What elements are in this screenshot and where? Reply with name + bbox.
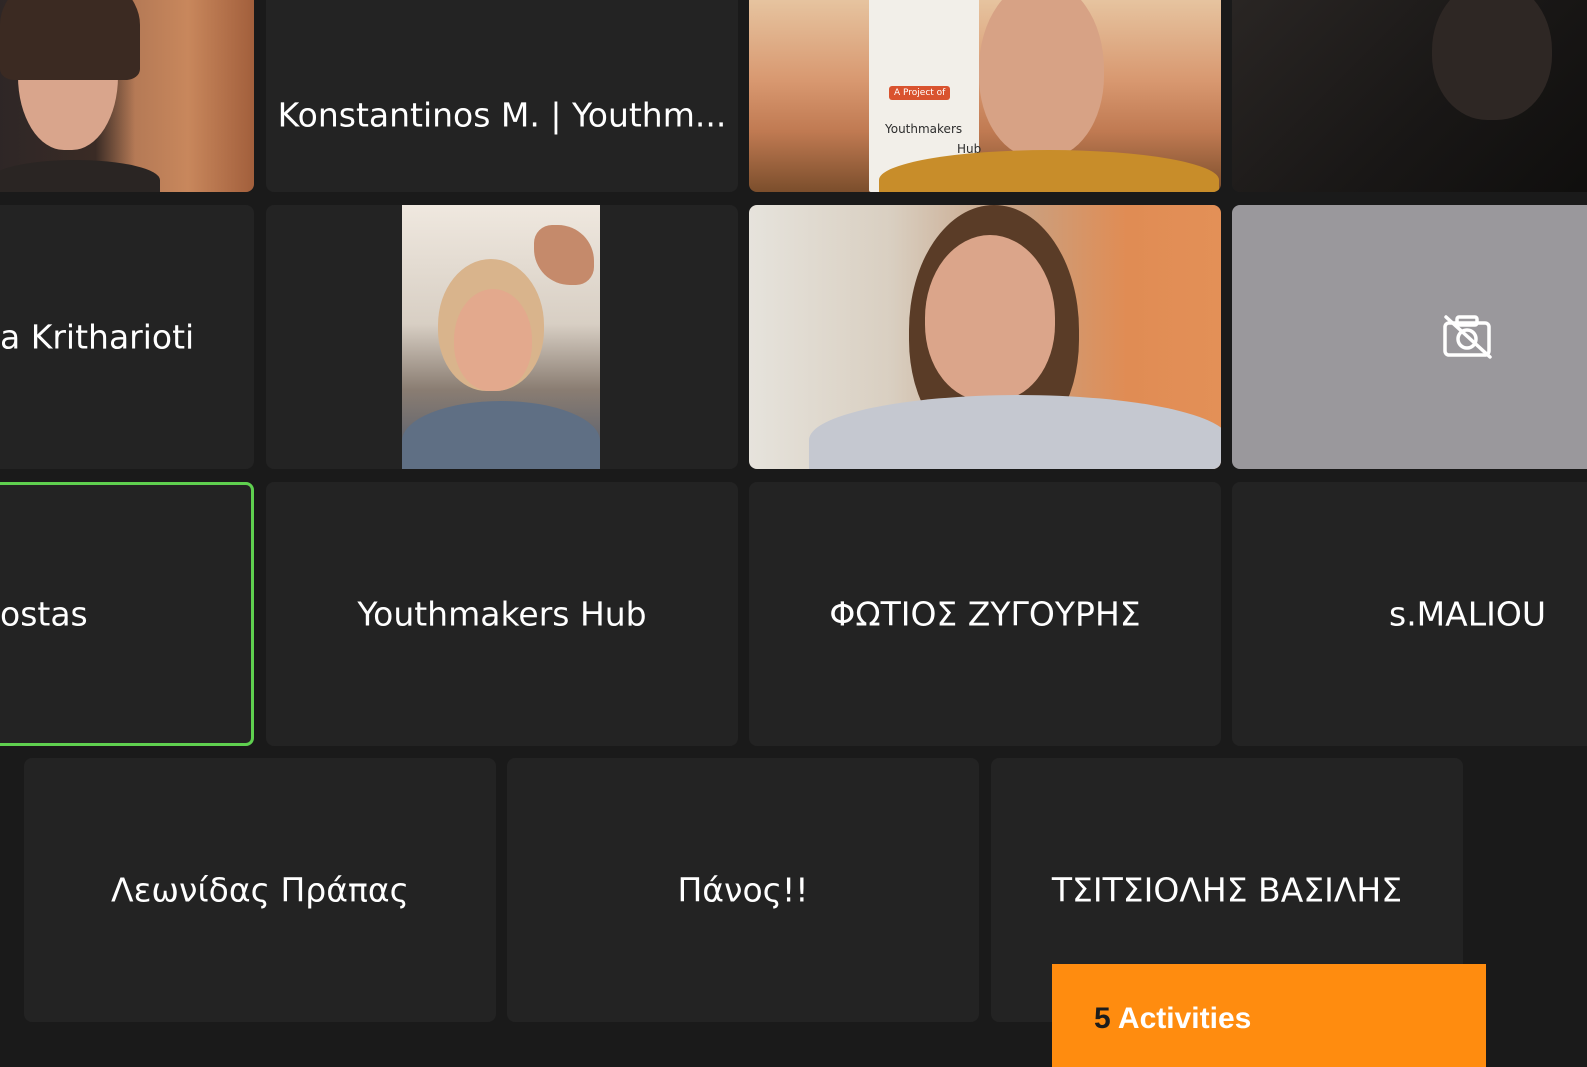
person-face — [1432, 0, 1552, 120]
participant-name: ΦΩΤΙΟΣ ΖΥΓΟΥΡΗΣ — [829, 594, 1141, 634]
participant-tile-p7[interactable] — [749, 205, 1221, 469]
participant-video — [749, 205, 1221, 469]
participant-tile-p2[interactable]: Konstantinos M. | Youthm... — [266, 0, 738, 192]
activities-word: Activities — [1117, 1002, 1252, 1035]
participant-tile-p4[interactable] — [1232, 0, 1587, 192]
participant-video: A Project of Youthmakers Hub — [749, 0, 1221, 192]
participant-tile-p8[interactable] — [1232, 205, 1587, 469]
person-shirt — [0, 160, 160, 192]
participant-name: a Kritharioti — [0, 317, 195, 357]
person-face — [454, 289, 532, 391]
participant-tile-p5[interactable]: a Kritharioti — [0, 205, 254, 469]
participant-name: Λεωνίδας Πράπας — [111, 870, 409, 910]
person-shirt — [809, 395, 1221, 469]
banner-text: Youthmakers — [885, 122, 963, 136]
participant-video — [402, 205, 600, 469]
activities-overlay: 5 Activities — [1052, 964, 1486, 1067]
person-face — [979, 0, 1104, 158]
wall-art — [534, 225, 594, 285]
participant-tile-p13[interactable]: Λεωνίδας Πράπας — [24, 758, 496, 1022]
participant-tile-p6[interactable] — [266, 205, 738, 469]
participant-name: ΤΣΙΤΣΙΟΛΗΣ ΒΑΣΙΛΗΣ — [1051, 870, 1403, 910]
meeting-gallery: Konstantinos M. | Youthm... A Project of… — [0, 0, 1587, 1067]
participant-tile-p3[interactable]: A Project of Youthmakers Hub — [749, 0, 1221, 192]
participant-video — [0, 0, 254, 192]
participant-tile-p11[interactable]: ΦΩΤΙΟΣ ΖΥΓΟΥΡΗΣ — [749, 482, 1221, 746]
participant-tile-p14[interactable]: Πάνος!! — [507, 758, 979, 1022]
participant-name: ostas — [0, 594, 88, 634]
participant-video — [1232, 0, 1587, 192]
person-shirt — [402, 401, 600, 469]
participant-name: Youthmakers Hub — [357, 594, 647, 634]
participant-name: s.MALIOU — [1389, 594, 1546, 634]
participant-tile-p9[interactable]: ostas — [0, 482, 254, 746]
participant-name: Konstantinos M. | Youthm... — [277, 95, 727, 135]
person-face — [925, 235, 1055, 401]
person-hair — [0, 0, 140, 80]
activities-label: 5 Activities — [1094, 1002, 1251, 1036]
banner-tag: A Project of — [889, 86, 951, 100]
participant-tile-p1[interactable] — [0, 0, 254, 192]
video-camera-off-icon — [1443, 315, 1492, 359]
participant-tile-p10[interactable]: Youthmakers Hub — [266, 482, 738, 746]
participant-tile-p12[interactable]: s.MALIOU — [1232, 482, 1587, 746]
participant-name: Πάνος!! — [677, 870, 809, 910]
activities-count: 5 — [1094, 1002, 1111, 1035]
